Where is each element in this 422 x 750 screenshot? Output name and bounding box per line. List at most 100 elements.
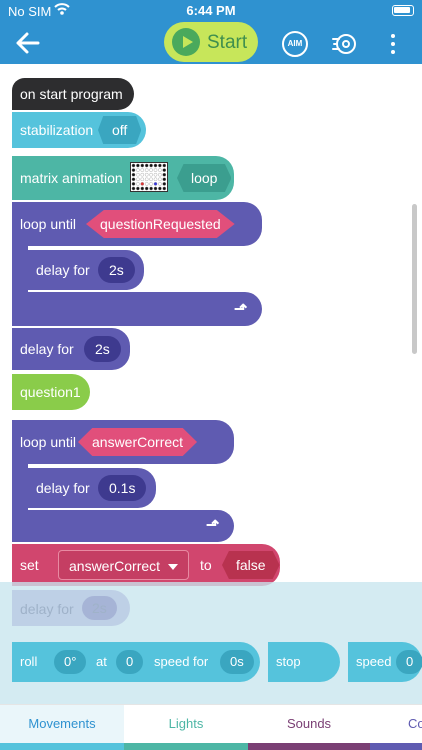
on-start-label: on start program xyxy=(20,86,123,102)
matrix-led xyxy=(153,177,158,182)
roll-block[interactable]: roll 0° at 0 speed for 0s xyxy=(12,642,260,682)
tab-controls-label: Co xyxy=(408,716,422,731)
variable-dropdown[interactable]: answerCorrect xyxy=(58,550,190,580)
matrix-led xyxy=(136,168,140,172)
start-button[interactable]: Start xyxy=(164,22,258,62)
drive-icon[interactable] xyxy=(332,32,356,56)
roll-speed-value[interactable]: 0 xyxy=(116,650,144,674)
stabilization-block[interactable]: stabilization off xyxy=(12,112,146,148)
tab-movements[interactable]: Movements xyxy=(0,705,124,750)
speed-block[interactable]: speed 0 xyxy=(348,642,422,682)
matrix-led xyxy=(162,163,167,168)
matrix-led xyxy=(158,172,162,177)
vertical-scrollbar[interactable] xyxy=(412,204,417,354)
set-value[interactable]: false xyxy=(222,551,280,579)
back-arrow-icon[interactable] xyxy=(14,30,42,56)
matrix-led xyxy=(144,182,149,186)
matrix-led xyxy=(131,177,136,182)
faded-delay-label: delay for xyxy=(20,601,74,617)
loop-end-2: ⬏ xyxy=(12,510,234,542)
matrix-led xyxy=(140,168,145,172)
delay-label-3: delay for xyxy=(36,480,90,496)
loop-end-1: ⬏ xyxy=(12,292,262,326)
matrix-led xyxy=(153,186,158,191)
loop-arrow-icon: ⬏ xyxy=(206,517,220,534)
tab-sounds-bar xyxy=(248,743,370,750)
matrix-led xyxy=(162,172,167,177)
matrix-led xyxy=(140,172,145,177)
matrix-led xyxy=(136,172,140,177)
set-variable-block[interactable]: set answerCorrect to false xyxy=(12,544,280,586)
matrix-led xyxy=(131,168,136,172)
matrix-led xyxy=(131,172,136,177)
set-label: set xyxy=(20,557,39,573)
tab-movements-label: Movements xyxy=(28,716,96,731)
matrix-led xyxy=(158,168,162,172)
on-start-block[interactable]: on start program xyxy=(12,78,134,110)
question1-label: question1 xyxy=(20,384,81,400)
stop-label: stop xyxy=(276,654,301,669)
tab-movements-bar xyxy=(0,743,124,750)
status-bar: No SIM 6:44 PM xyxy=(0,0,422,22)
delay-block-1[interactable]: delay for 2s xyxy=(28,250,144,290)
delay-block-2[interactable]: delay for 2s xyxy=(12,328,130,370)
tab-lights[interactable]: Lights xyxy=(124,705,248,750)
delay-block-3[interactable]: delay for 0.1s xyxy=(28,468,156,508)
loop-condition-2[interactable]: answerCorrect xyxy=(78,428,198,456)
matrix-led xyxy=(140,182,145,186)
matrix-led xyxy=(162,168,167,172)
matrix-led xyxy=(140,186,145,191)
matrix-led xyxy=(144,163,149,168)
delay-value-3[interactable]: 0.1s xyxy=(98,475,147,501)
start-label: Start xyxy=(207,32,248,53)
more-vertical-icon[interactable] xyxy=(388,32,398,56)
category-tabs: Movements Lights Sounds Co xyxy=(0,704,422,750)
matrix-preview[interactable] xyxy=(130,162,168,192)
roll-speed-for-label: speed for xyxy=(154,654,209,669)
matrix-led xyxy=(140,177,145,182)
matrix-led xyxy=(149,172,153,177)
dragging-delay-block[interactable]: delay for 2s xyxy=(12,590,130,626)
matrix-led xyxy=(149,177,153,182)
delay-label-1: delay for xyxy=(36,262,90,278)
matrix-led xyxy=(140,163,145,168)
delay-label-2: delay for xyxy=(20,341,74,357)
matrix-led xyxy=(144,186,149,191)
matrix-led xyxy=(131,182,136,186)
matrix-animation-label: matrix animation xyxy=(20,170,123,186)
loop-until-label-1: loop until xyxy=(20,216,77,232)
stop-block[interactable]: stop xyxy=(268,642,340,682)
matrix-led xyxy=(149,168,153,172)
matrix-led xyxy=(136,177,140,182)
loop-until-block-2[interactable]: loop until answerCorrect xyxy=(12,420,234,464)
matrix-led xyxy=(149,186,153,191)
roll-label: roll xyxy=(20,654,38,669)
matrix-led xyxy=(158,182,162,186)
roll-heading-value[interactable]: 0° xyxy=(54,650,87,674)
tab-lights-bar xyxy=(124,743,248,750)
delay-value-1[interactable]: 2s xyxy=(98,257,135,283)
roll-duration-value[interactable]: 0s xyxy=(220,650,254,674)
matrix-animation-block[interactable]: matrix animation loop xyxy=(12,156,234,200)
loop-until-block-1[interactable]: loop until questionRequested xyxy=(12,202,262,246)
matrix-led xyxy=(153,182,158,186)
delay-value-2[interactable]: 2s xyxy=(84,336,121,362)
matrix-led xyxy=(158,163,162,168)
stabilization-value[interactable]: off xyxy=(98,116,142,144)
question1-block[interactable]: question1 xyxy=(12,374,90,410)
tab-controls[interactable]: Co xyxy=(370,705,422,750)
caret-down-icon xyxy=(168,564,179,571)
matrix-led xyxy=(153,172,158,177)
matrix-led xyxy=(153,163,158,168)
matrix-led xyxy=(136,186,140,191)
matrix-animation-value[interactable]: loop xyxy=(177,164,232,192)
tab-sounds[interactable]: Sounds xyxy=(248,705,370,750)
speed-value[interactable]: 0 xyxy=(396,650,422,674)
battery-icon xyxy=(392,5,414,16)
aim-button[interactable]: AIM xyxy=(282,31,308,57)
aim-label: AIM xyxy=(287,39,303,48)
loop-condition-1[interactable]: questionRequested xyxy=(86,210,235,238)
matrix-led xyxy=(162,177,167,182)
matrix-led xyxy=(144,172,149,177)
roll-at-label: at xyxy=(96,654,107,669)
